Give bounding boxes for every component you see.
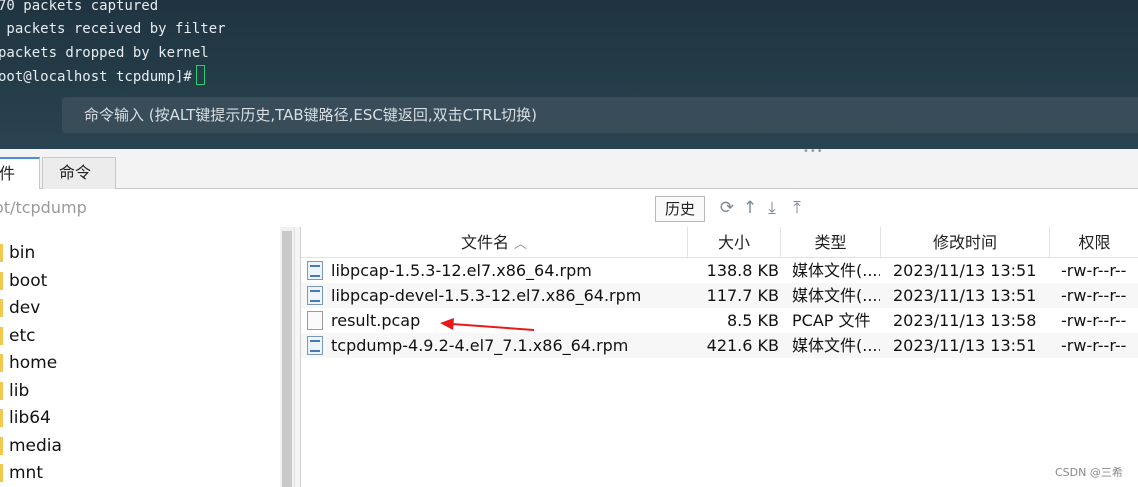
file-permissions: -rw-r--r-- — [1061, 336, 1127, 355]
column-header-modified[interactable]: 修改时间 — [881, 227, 1050, 258]
file-permissions: -rw-r--r-- — [1061, 261, 1127, 280]
tab-files[interactable]: 件 — [0, 157, 40, 190]
directory-tree: bin boot dev etc home lib lib64 media mn… — [0, 227, 280, 487]
file-modified: 2023/11/13 13:51 — [893, 286, 1037, 305]
file-size: 421.6 KB — [706, 336, 779, 355]
download-icon[interactable]: ⤓ — [763, 199, 781, 217]
command-input[interactable]: 命令输入 (按ALT键提示历史,TAB键路径,ESC键返回,双击CTRL切换) — [62, 97, 1138, 133]
command-input-placeholder: 命令输入 (按ALT键提示历史,TAB键路径,ESC键返回,双击CTRL切换) — [84, 106, 537, 124]
folder-icon — [0, 299, 3, 317]
tree-scrollbar-thumb[interactable] — [282, 231, 292, 487]
column-header-name[interactable]: 文件名 ︿ — [301, 227, 688, 258]
annotation-arrow-icon — [440, 318, 535, 331]
terminal-prompt-line: oot@localhost tcpdump]# — [0, 65, 205, 89]
file-type: 媒体文件(.... — [792, 336, 880, 355]
file-name: libpcap-devel-1.5.3-12.el7.x86_64.rpm — [331, 286, 642, 305]
terminal-line: 70 packets captured — [0, 0, 159, 14]
tab-bar: 件 命令 — [0, 149, 1138, 190]
folder-icon — [0, 409, 3, 427]
blank-file-icon — [307, 311, 323, 330]
sort-ascending-icon: ︿ — [514, 237, 528, 252]
folder-icon — [0, 437, 3, 455]
resize-grip-icon[interactable]: ••• — [803, 147, 823, 157]
folder-icon — [0, 354, 3, 372]
file-list: 文件名 ︿ 大小 类型 修改时间 权限 libpcap-1.5.3-12.el7… — [300, 227, 1138, 487]
file-row[interactable]: libpcap-1.5.3-12.el7.x86_64.rpm 138.8 KB… — [301, 258, 1138, 283]
file-row[interactable]: libpcap-devel-1.5.3-12.el7.x86_64.rpm 11… — [301, 283, 1138, 308]
up-directory-icon[interactable]: ↑ — [741, 199, 759, 217]
rpm-file-icon — [307, 286, 323, 305]
file-size: 138.8 KB — [706, 261, 779, 280]
rpm-file-icon — [307, 261, 323, 280]
terminal-cursor — [195, 65, 205, 85]
folder-icon — [0, 464, 3, 482]
history-button[interactable]: 历史 — [655, 196, 705, 222]
file-size: 8.5 KB — [727, 311, 779, 330]
file-size: 117.7 KB — [706, 286, 779, 305]
file-list-header: 文件名 ︿ 大小 类型 修改时间 权限 — [301, 227, 1138, 258]
folder-icon — [0, 327, 3, 345]
terminal-prompt: oot@localhost tcpdump]# — [0, 69, 192, 85]
terminal-panel[interactable]: 70 packets captured packets received by … — [0, 0, 1138, 149]
terminal-line: packets received by filter — [0, 21, 226, 37]
terminal-line: packets dropped by kernel — [0, 45, 209, 61]
file-permissions: -rw-r--r-- — [1061, 311, 1127, 330]
rpm-file-icon — [307, 336, 323, 355]
file-row[interactable]: tcpdump-4.9.2-4.el7_7.1.x86_64.rpm 421.6… — [301, 333, 1138, 358]
file-type: 媒体文件(.... — [792, 286, 880, 305]
file-permissions: -rw-r--r-- — [1061, 286, 1127, 305]
path-bar: ot/tcpdump 历史 ⟳ ↑ ⤓ ⤒ — [0, 189, 1138, 227]
file-row[interactable]: result.pcap 8.5 KB PCAP 文件 2023/11/13 13… — [301, 308, 1138, 333]
column-header-type[interactable]: 类型 — [781, 227, 881, 258]
file-name: tcpdump-4.9.2-4.el7_7.1.x86_64.rpm — [331, 336, 629, 355]
folder-icon — [0, 244, 3, 262]
folder-icon — [0, 272, 3, 290]
watermark: CSDN @三希 — [1055, 466, 1123, 479]
folder-icon — [0, 382, 3, 400]
upload-icon[interactable]: ⤒ — [788, 199, 806, 217]
refresh-icon[interactable]: ⟳ — [718, 199, 736, 217]
tree-scrollbar[interactable] — [280, 227, 294, 487]
file-type: 媒体文件(.... — [792, 261, 880, 280]
file-name: libpcap-1.5.3-12.el7.x86_64.rpm — [331, 261, 592, 280]
file-type: PCAP 文件 — [792, 311, 871, 330]
file-modified: 2023/11/13 13:51 — [893, 336, 1037, 355]
column-header-size[interactable]: 大小 — [688, 227, 781, 258]
file-modified: 2023/11/13 13:58 — [893, 311, 1037, 330]
tab-commands[interactable]: 命令 — [42, 157, 116, 189]
column-header-permissions[interactable]: 权限 — [1050, 227, 1138, 258]
path-input[interactable]: ot/tcpdump — [0, 198, 87, 217]
file-modified: 2023/11/13 13:51 — [893, 261, 1037, 280]
